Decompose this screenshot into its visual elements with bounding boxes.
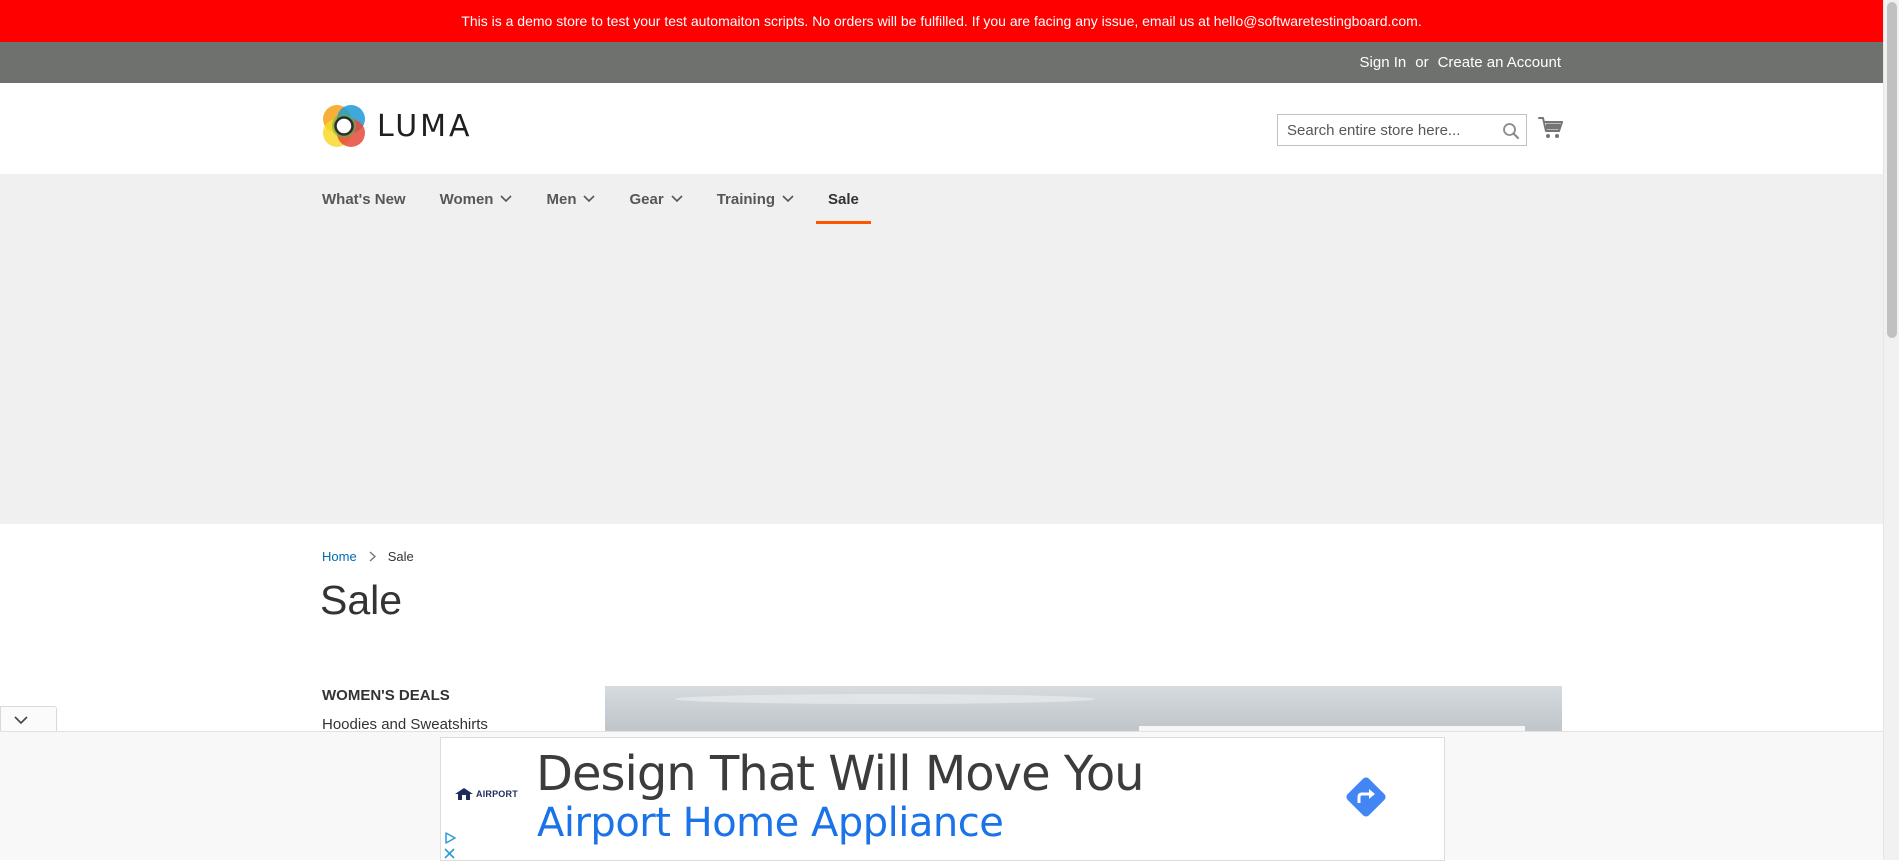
breadcrumb-home-link[interactable]: Home [322, 549, 357, 564]
site-header: LUMA [0, 83, 1883, 174]
adchoices-icon [445, 832, 456, 844]
sidebar-womens-deals-title: WOMEN'S DEALS [322, 687, 450, 704]
nav-item-women[interactable]: Women [440, 174, 513, 224]
house-icon [455, 788, 473, 800]
demo-notice-text: This is a demo store to test your test a… [461, 13, 1422, 29]
chevron-down-icon [782, 195, 794, 203]
ad-logo-name: AIRPORT [476, 789, 518, 799]
ad-collapse-button[interactable] [0, 706, 57, 733]
page-scrollbar[interactable] [1883, 0, 1899, 860]
cart-icon [1538, 117, 1563, 138]
ad-overlay: AIRPORT Design That Will Move You Airpor… [0, 731, 1883, 861]
main-navigation: What's New Women Men Gear Training Sale [0, 174, 1883, 524]
chevron-right-icon [369, 551, 376, 562]
ad-advertiser-name: Airport Home Appliance [537, 800, 1004, 846]
panel-header: Sign In or Create an Account [0, 42, 1883, 83]
search-box [1277, 114, 1527, 146]
logo-text: LUMA [377, 108, 473, 144]
nav-item-training[interactable]: Training [717, 174, 794, 224]
ad-directions-button[interactable] [1341, 772, 1391, 822]
scrollbar-thumb[interactable] [1887, 2, 1897, 338]
nav-item-whats-new[interactable]: What's New [322, 174, 406, 224]
breadcrumb-current: Sale [387, 549, 414, 564]
minicart-button[interactable] [1538, 116, 1564, 140]
page-title: Sale [320, 577, 403, 623]
nav-item-sale[interactable]: Sale [816, 174, 871, 224]
nav-item-label: Sale [828, 190, 859, 208]
nav-item-label: Women [439, 190, 494, 208]
luma-logo[interactable]: LUMA [322, 104, 473, 148]
nav-item-men[interactable]: Men [546, 174, 596, 224]
nav-item-label: What's New [322, 190, 406, 208]
close-icon [444, 848, 455, 859]
adchoices-button[interactable] [444, 831, 456, 844]
promo-cloud [675, 694, 1095, 704]
search-button[interactable] [1502, 122, 1520, 140]
ad-headline: Design That Will Move You [536, 746, 1145, 802]
chevron-down-icon [13, 715, 28, 724]
chevron-down-icon [671, 195, 683, 203]
create-account-link[interactable]: Create an Account [1438, 54, 1561, 71]
or-separator: or [1415, 54, 1429, 71]
nav-item-gear[interactable]: Gear [629, 174, 683, 224]
ad-close-button[interactable] [443, 847, 456, 860]
sign-in-link[interactable]: Sign In [1360, 54, 1407, 71]
nav-menu: What's New Women Men Gear Training Sale [322, 174, 905, 224]
nav-item-label: Training [716, 190, 776, 208]
chevron-down-icon [500, 195, 513, 203]
ad-banner[interactable]: AIRPORT Design That Will Move You Airpor… [440, 737, 1445, 861]
demo-notice-bar: This is a demo store to test your test a… [0, 0, 1883, 42]
breadcrumb: Home Sale [322, 549, 414, 564]
chevron-down-icon [583, 195, 596, 203]
ad-advertiser-logo: AIRPORT [455, 788, 518, 800]
account-links: Sign In or Create an Account [1360, 42, 1561, 83]
promo-banner-image[interactable] [605, 686, 1562, 731]
directions-icon [1346, 777, 1386, 817]
nav-item-label: Men [546, 190, 577, 208]
search-icon [1503, 123, 1520, 140]
search-input[interactable] [1278, 115, 1488, 145]
nav-item-label: Gear [629, 190, 664, 208]
luma-logo-icon [323, 105, 365, 147]
